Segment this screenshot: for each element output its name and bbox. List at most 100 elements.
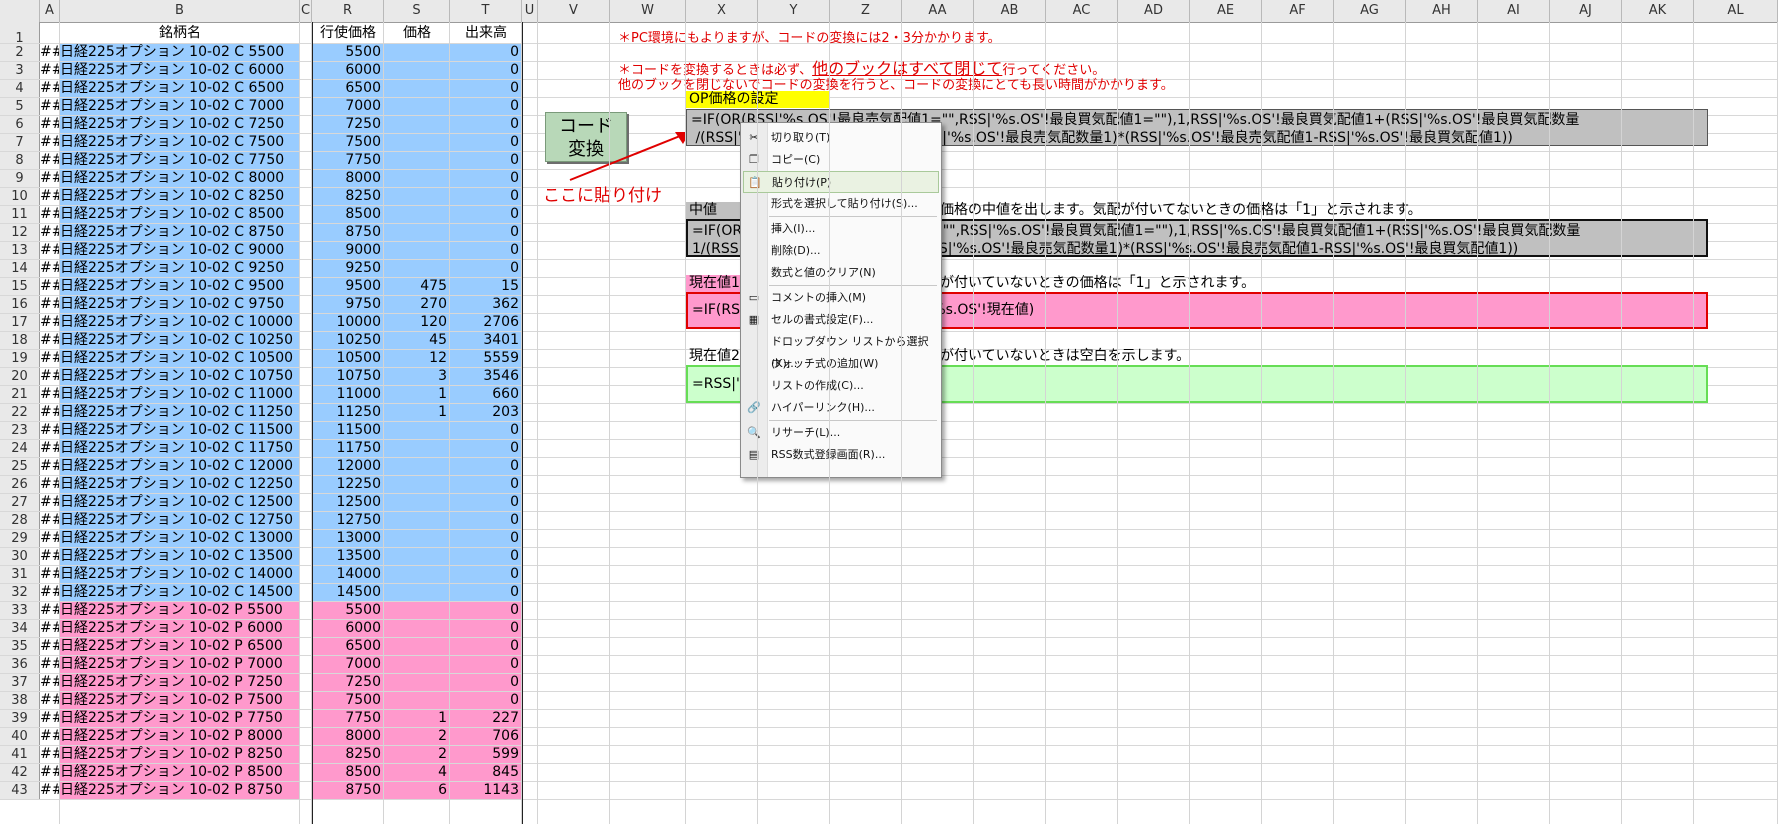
- cell-volume[interactable]: 0: [450, 440, 522, 457]
- select-all-corner[interactable]: [0, 0, 40, 22]
- cell-a[interactable]: ##: [40, 152, 60, 169]
- cell-strike[interactable]: 8500: [312, 206, 384, 223]
- cell-name[interactable]: 日経225オプション 10-02 C 9250: [60, 260, 300, 277]
- menu-item-hyperlink[interactable]: 🔗 ハイパーリンク(H)...: [743, 397, 939, 419]
- cell-name[interactable]: 日経225オプション 10-02 C 7500: [60, 134, 300, 151]
- cell-volume[interactable]: 0: [450, 62, 522, 79]
- cell-strike[interactable]: 5500: [312, 602, 384, 619]
- cell-strike[interactable]: 14500: [312, 584, 384, 601]
- cell-strike[interactable]: 14000: [312, 566, 384, 583]
- cell-strike[interactable]: 8500: [312, 764, 384, 781]
- cell-strike[interactable]: 9250: [312, 260, 384, 277]
- cell-strike[interactable]: 11250: [312, 404, 384, 421]
- cell-strike[interactable]: 10500: [312, 350, 384, 367]
- cell-a[interactable]: ##: [40, 350, 60, 367]
- cell-volume[interactable]: 362: [450, 296, 522, 313]
- cell-name[interactable]: 日経225オプション 10-02 C 11750: [60, 440, 300, 457]
- column-header-b[interactable]: B: [60, 0, 300, 22]
- cell-price[interactable]: [384, 260, 450, 277]
- column-header-w[interactable]: W: [610, 0, 686, 22]
- cell-name[interactable]: 日経225オプション 10-02 P 7750: [60, 710, 300, 727]
- cell-price[interactable]: 45: [384, 332, 450, 349]
- cell-price[interactable]: [384, 656, 450, 673]
- cell-price[interactable]: [384, 458, 450, 475]
- cell-volume[interactable]: 0: [450, 566, 522, 583]
- cell-name[interactable]: 日経225オプション 10-02 C 8500: [60, 206, 300, 223]
- cell-strike[interactable]: 12500: [312, 494, 384, 511]
- cell-volume[interactable]: 0: [450, 476, 522, 493]
- cell-volume[interactable]: 0: [450, 512, 522, 529]
- cell-name[interactable]: 日経225オプション 10-02 C 7000: [60, 98, 300, 115]
- header-volume[interactable]: 出来高: [450, 22, 522, 44]
- cell-price[interactable]: [384, 116, 450, 133]
- cell-a[interactable]: ##: [40, 404, 60, 421]
- column-header-s[interactable]: S: [384, 0, 450, 22]
- cell-a[interactable]: ##: [40, 44, 60, 61]
- cell-strike[interactable]: 8000: [312, 170, 384, 187]
- cell-volume[interactable]: 2706: [450, 314, 522, 331]
- cell-strike[interactable]: 7500: [312, 692, 384, 709]
- cell-a[interactable]: ##: [40, 728, 60, 745]
- cell-a[interactable]: ##: [40, 116, 60, 133]
- cell-strike[interactable]: 11750: [312, 440, 384, 457]
- cell-price[interactable]: 1: [384, 386, 450, 403]
- column-header-v[interactable]: V: [538, 0, 610, 22]
- cell-a[interactable]: ##: [40, 206, 60, 223]
- menu-item-delete[interactable]: 削除(D)...: [743, 240, 939, 262]
- cell-a[interactable]: ##: [40, 692, 60, 709]
- cell-volume[interactable]: 706: [450, 728, 522, 745]
- cell-price[interactable]: [384, 188, 450, 205]
- column-header-al[interactable]: AL: [1694, 0, 1778, 22]
- cell-name[interactable]: 日経225オプション 10-02 C 9750: [60, 296, 300, 313]
- cell-name[interactable]: 日経225オプション 10-02 C 10250: [60, 332, 300, 349]
- menu-item-create-list[interactable]: リストの作成(C)...: [743, 375, 939, 397]
- header-name[interactable]: 銘柄名: [60, 22, 300, 44]
- cell-volume[interactable]: 0: [450, 260, 522, 277]
- cell-volume[interactable]: 0: [450, 692, 522, 709]
- cell-a[interactable]: ##: [40, 782, 60, 799]
- cell-volume[interactable]: 5559: [450, 350, 522, 367]
- cell-a[interactable]: ##: [40, 134, 60, 151]
- cell-price[interactable]: [384, 62, 450, 79]
- cell-a[interactable]: ##: [40, 566, 60, 583]
- cell-volume[interactable]: 0: [450, 584, 522, 601]
- cell-strike[interactable]: 6500: [312, 638, 384, 655]
- cell-price[interactable]: [384, 512, 450, 529]
- cell-a[interactable]: ##: [40, 242, 60, 259]
- cell-name[interactable]: 日経225オプション 10-02 C 7250: [60, 116, 300, 133]
- cell-strike[interactable]: 10250: [312, 332, 384, 349]
- cell-price[interactable]: [384, 530, 450, 547]
- cell-a[interactable]: ##: [40, 368, 60, 385]
- cell-a[interactable]: ##: [40, 584, 60, 601]
- cell-volume[interactable]: 203: [450, 404, 522, 421]
- column-header-aj[interactable]: AJ: [1550, 0, 1622, 22]
- cell-volume[interactable]: 0: [450, 206, 522, 223]
- menu-item-paste-special[interactable]: 形式を選択して貼り付け(S)...: [743, 193, 939, 215]
- cell-name[interactable]: 日経225オプション 10-02 P 8500: [60, 764, 300, 781]
- cell-strike[interactable]: 11500: [312, 422, 384, 439]
- cell-a[interactable]: ##: [40, 278, 60, 295]
- cell-volume[interactable]: 0: [450, 458, 522, 475]
- cell-volume[interactable]: 660: [450, 386, 522, 403]
- cell-a[interactable]: ##: [40, 314, 60, 331]
- menu-item-add-watch[interactable]: ウォッチ式の追加(W): [743, 353, 939, 375]
- column-header-r[interactable]: R: [312, 0, 384, 22]
- cell-price[interactable]: [384, 548, 450, 565]
- cell-price[interactable]: [384, 494, 450, 511]
- cell-name[interactable]: 日経225オプション 10-02 C 11500: [60, 422, 300, 439]
- cell-price[interactable]: [384, 638, 450, 655]
- menu-item-research[interactable]: 🔍 リサーチ(L)...: [743, 422, 939, 444]
- cell-strike[interactable]: 7750: [312, 710, 384, 727]
- cell-strike[interactable]: 5500: [312, 44, 384, 61]
- cell-volume[interactable]: 0: [450, 494, 522, 511]
- cell-volume[interactable]: 0: [450, 188, 522, 205]
- cell-name[interactable]: 日経225オプション 10-02 C 10000: [60, 314, 300, 331]
- cell-volume[interactable]: 0: [450, 530, 522, 547]
- cell-name[interactable]: 日経225オプション 10-02 P 5500: [60, 602, 300, 619]
- cell-a[interactable]: ##: [40, 512, 60, 529]
- cell-price[interactable]: [384, 206, 450, 223]
- cell-volume[interactable]: 0: [450, 152, 522, 169]
- cell-a[interactable]: ##: [40, 620, 60, 637]
- cell-volume[interactable]: 0: [450, 98, 522, 115]
- cell-price[interactable]: [384, 602, 450, 619]
